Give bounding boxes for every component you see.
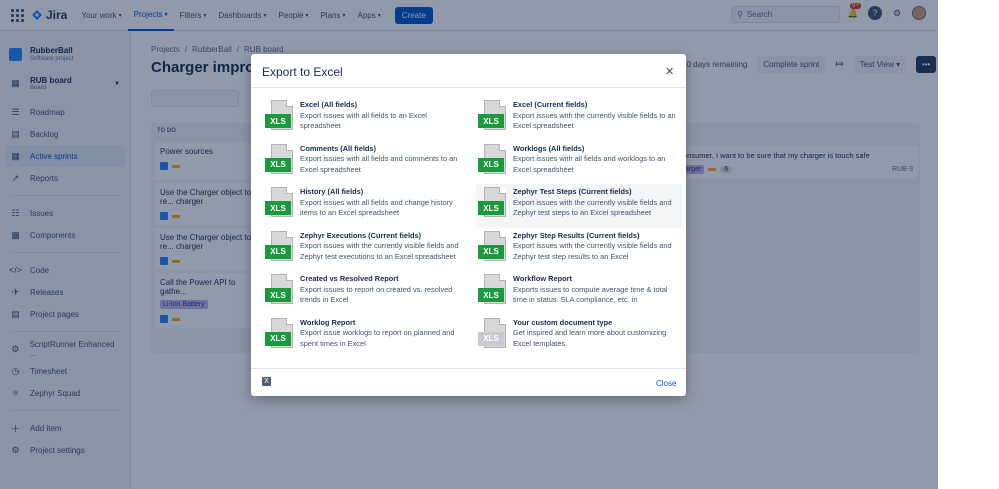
export-option-text: Comments (All fields) Export issues with … <box>300 144 467 182</box>
export-option-zephyr-test-steps-current-fields[interactable]: XLS Zephyr Test Steps (Current fields) Exp… <box>476 184 682 228</box>
xls-file-icon: XLS <box>265 317 295 348</box>
xls-file-icon: XLS <box>478 274 508 304</box>
export-option-excel-current-fields[interactable]: XLS Excel (Current fields) Export issues w… <box>476 97 682 141</box>
xls-file-icon: XLS <box>265 274 295 304</box>
modal-divider <box>251 87 686 88</box>
export-option-title: Worklog Report <box>300 317 356 327</box>
export-option-zephyr-executions-current-fields[interactable]: XLS Zephyr Executions (Current fields) Exp… <box>263 228 469 272</box>
export-option-comments-all-fields[interactable]: XLS Comments (All fields) Export issues wi… <box>263 141 469 185</box>
export-option-desc: Export issues to report on created vs. r… <box>300 284 453 305</box>
export-option-text: History (All fields) Export issues with a… <box>300 187 467 225</box>
export-option-worklog-report[interactable]: XLS Worklog Report Export issue worklogs t… <box>263 315 469 359</box>
xls-file-icon: XLS <box>478 317 508 348</box>
export-option-desc: Export issues with all fields to an Exce… <box>300 110 427 131</box>
xls-file-icon: XLS <box>265 230 295 261</box>
export-option-desc: Get inspired and learn more about custom… <box>513 328 667 348</box>
export-option-title: Excel (Current fields) <box>513 100 588 109</box>
export-option-title: Workflow Report <box>513 274 572 283</box>
export-option-title: Created vs Resolved Report <box>300 274 399 283</box>
export-option-text: Excel (Current fields) Export issues with… <box>513 100 680 138</box>
export-option-desc: Export issues with all fields and change… <box>300 197 453 218</box>
export-option-text: Zephyr Executions (Current fields) Export… <box>300 231 467 269</box>
export-option-title: Zephyr Test Steps (Current fields) <box>513 187 632 196</box>
export-option-text: Created vs Resolved Report Export issues … <box>300 274 467 312</box>
modal-divider <box>251 368 686 369</box>
export-option-title: Zephyr Step Results (Current fields) <box>513 230 640 240</box>
export-option-title: Excel (All fields) <box>300 100 358 109</box>
export-option-text: Zephyr Step Results (Current fields) Expo… <box>513 231 680 269</box>
xls-file-icon: XLS <box>478 143 508 174</box>
export-option-title: Comments (All fields) <box>300 143 376 153</box>
export-option-desc: Export issues with the currently visible… <box>300 241 459 261</box>
export-option-title: Worklogs (All fields) <box>513 143 585 153</box>
export-option-text: Zephyr Test Steps (Current fields) Export… <box>513 187 680 225</box>
export-option-zephyr-step-results-current-fields[interactable]: XLS Zephyr Step Results (Current fields) E… <box>476 228 682 272</box>
export-option-desc: Exports issues to compute average time &… <box>513 284 668 305</box>
export-option-desc: Export issues with the currently visible… <box>513 197 672 218</box>
export-option-workflow-report[interactable]: XLS Workflow Report Exports issues to comp… <box>476 271 682 315</box>
export-option-text: Your custom document type Get inspired an… <box>513 318 680 356</box>
modal-title: Export to Excel <box>262 65 343 79</box>
xls-file-icon: XLS <box>478 187 508 217</box>
export-option-desc: Export issues with the currently visible… <box>513 110 676 131</box>
export-option-history-all-fields[interactable]: XLS History (All fields) Export issues wit… <box>263 184 469 228</box>
export-option-created-vs-resolved-report[interactable]: XLS Created vs Resolved Report Export issu… <box>263 271 469 315</box>
xls-file-icon: XLS <box>265 143 295 174</box>
export-option-title: Zephyr Executions (Current fields) <box>300 230 422 240</box>
xls-file-icon: XLS <box>265 187 295 217</box>
page-margin <box>938 0 999 489</box>
close-button[interactable]: Close <box>656 379 676 388</box>
export-option-desc: Export issue worklogs to report on plann… <box>300 328 455 348</box>
export-option-text: Workflow Report Exports issues to compute… <box>513 274 680 312</box>
export-option-text: Excel (All fields) Export issues with all… <box>300 100 467 138</box>
xls-file-icon: XLS <box>478 100 508 130</box>
export-option-your-custom-document-type[interactable]: XLS Your custom document type Get inspired… <box>476 315 682 359</box>
export-option-desc: Export issues with all fields and commen… <box>300 154 458 174</box>
export-option-title: Your custom document type <box>513 317 613 327</box>
excel-app-icon: X <box>262 377 271 386</box>
export-option-desc: Export issues with all fields and worklo… <box>513 154 666 174</box>
close-icon[interactable]: ✕ <box>665 65 674 78</box>
export-option-worklogs-all-fields[interactable]: XLS Worklogs (All fields) Export issues wi… <box>476 141 682 185</box>
export-option-excel-all-fields[interactable]: XLS Excel (All fields) Export issues with … <box>263 97 469 141</box>
export-modal: Export to Excel ✕ XLS Excel (All fields) E… <box>251 54 686 396</box>
export-options: XLS Excel (All fields) Export issues with … <box>263 97 682 359</box>
xls-file-icon: XLS <box>265 100 295 130</box>
xls-file-icon: XLS <box>478 230 508 261</box>
export-option-text: Worklog Report Export issue worklogs to r… <box>300 318 467 356</box>
export-option-desc: Export issues with the currently visible… <box>513 241 672 261</box>
export-option-title: History (All fields) <box>300 187 364 196</box>
export-option-text: Worklogs (All fields) Export issues with … <box>513 144 680 182</box>
